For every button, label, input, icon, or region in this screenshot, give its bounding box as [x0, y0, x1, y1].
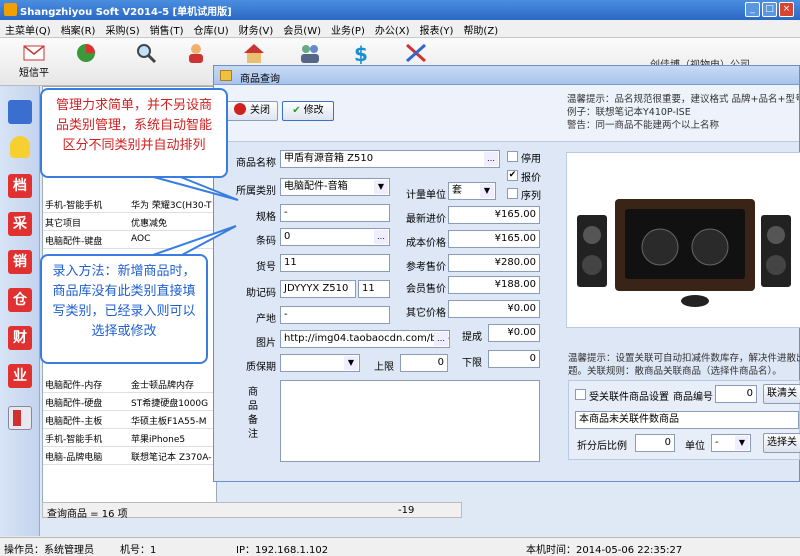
ip-status: IP：192.168.1.102: [236, 545, 329, 556]
callout-input-tip: 录入方法：新增商品时，商品库没有此类别直接填写类别，已经录入则可以选择或修改: [40, 254, 208, 364]
status-bar: 操作员：系统管理员 机号：1 IP：192.168.1.102 本机时间：201…: [0, 537, 800, 556]
operator-status: 操作员：系统管理员: [4, 545, 94, 556]
machine-status: 机号：1: [120, 545, 157, 556]
callout-category-tip: 管理力求简单，并不另设商品类别管理，系统自动智能区分不同类别并自动排列: [40, 88, 228, 178]
time-status: 本机时间：2014-05-06 22:35:27: [526, 545, 683, 556]
